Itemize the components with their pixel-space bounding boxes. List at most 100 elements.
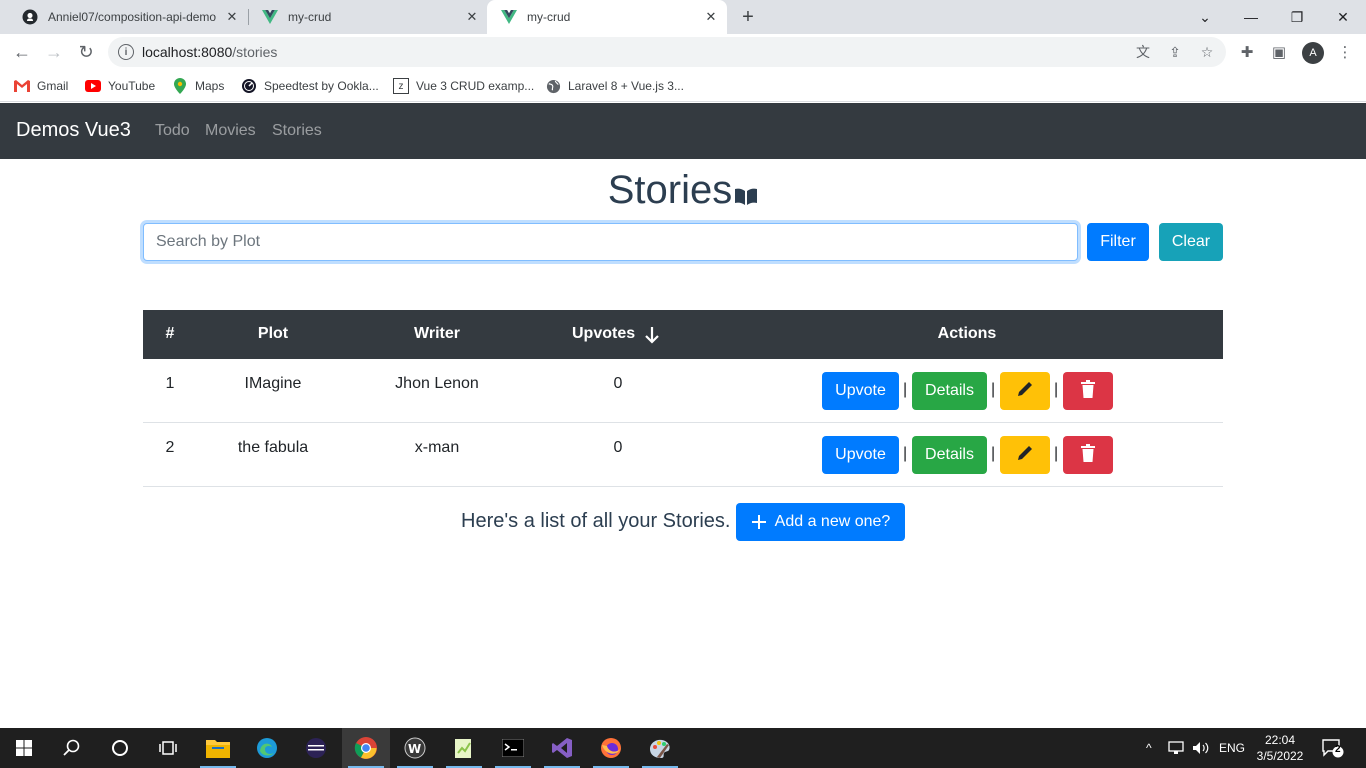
volume-icon[interactable] xyxy=(1192,728,1210,768)
cortana-icon[interactable] xyxy=(96,728,144,768)
browser-tab-my-crud[interactable]: my-crud ✕ xyxy=(248,0,488,34)
close-icon[interactable]: ✕ xyxy=(703,9,719,25)
clear-button[interactable]: Clear xyxy=(1159,223,1223,261)
close-icon[interactable]: ✕ xyxy=(464,9,480,25)
back-arrow-icon[interactable]: ← xyxy=(8,38,36,66)
firefox-icon[interactable] xyxy=(587,728,635,768)
filter-button[interactable]: Filter xyxy=(1087,223,1149,261)
details-button[interactable]: Details xyxy=(912,436,987,474)
page-title: Stories xyxy=(0,168,1366,215)
clock-time: 22:04 xyxy=(1264,733,1296,747)
cell-plot: the fabula xyxy=(237,439,309,456)
table-header: # Plot Writer Upvotes Actions xyxy=(143,310,1223,359)
maps-icon xyxy=(172,78,188,94)
minimize-button[interactable]: — xyxy=(1228,0,1274,34)
app-navbar: Demos Vue3 Todo Movies Stories xyxy=(0,103,1366,159)
add-story-button[interactable]: Add a new one? xyxy=(736,503,905,541)
menu-icon[interactable]: ⋮ xyxy=(1334,41,1356,63)
visual-studio-icon[interactable] xyxy=(538,728,586,768)
avatar[interactable]: A xyxy=(1302,42,1324,64)
upvote-button[interactable]: Upvote xyxy=(822,436,899,474)
bookmark-youtube[interactable]: YouTube xyxy=(85,77,155,95)
chevron-up-icon[interactable]: ^ xyxy=(1146,728,1152,768)
plus-icon xyxy=(751,514,767,530)
upvote-button[interactable]: Upvote xyxy=(822,372,899,410)
notepad-plus-icon[interactable] xyxy=(440,728,488,768)
task-view-icon[interactable] xyxy=(144,728,192,768)
notification-count: 2 xyxy=(1335,744,1341,755)
bookmark-maps[interactable]: Maps xyxy=(172,77,224,95)
cell-id: 1 xyxy=(165,375,175,392)
restore-button[interactable]: ❐ xyxy=(1274,0,1320,34)
bookmark-gmail[interactable]: Gmail xyxy=(14,77,68,95)
header-actions: Actions xyxy=(937,325,997,342)
action-separator: | xyxy=(1054,445,1059,462)
bookmark-laravel[interactable]: Laravel 8 + Vue.js 3... xyxy=(545,77,684,95)
vue-icon xyxy=(501,9,517,25)
extensions-icon[interactable]: ✚ xyxy=(1236,41,1258,63)
edit-button[interactable] xyxy=(1000,372,1050,410)
address-bar[interactable]: i localhost:8080/stories 文 ⇪ ☆ xyxy=(108,37,1226,67)
clock-date: 3/5/2022 xyxy=(1256,749,1304,763)
header-plot: Plot xyxy=(257,325,289,342)
svg-text:W: W xyxy=(408,742,421,756)
bookmark-z-icon: z xyxy=(393,78,409,94)
wamp-icon[interactable]: W xyxy=(391,728,439,768)
edit-button[interactable] xyxy=(1000,436,1050,474)
new-tab-button[interactable]: + xyxy=(736,5,760,29)
browser-tab-github[interactable]: Anniel07/composition-api-demo ✕ xyxy=(8,0,248,34)
github-icon xyxy=(22,9,38,25)
browser-tab-my-crud-active[interactable]: my-crud ✕ xyxy=(487,0,727,34)
chrome-icon[interactable] xyxy=(342,728,390,768)
close-window-button[interactable]: ✕ xyxy=(1320,0,1366,34)
tab-title: my-crud xyxy=(288,10,332,24)
edge-icon[interactable] xyxy=(243,728,291,768)
terminal-icon[interactable] xyxy=(489,728,537,768)
forward-arrow-icon[interactable]: → xyxy=(40,38,68,66)
search-icon[interactable] xyxy=(48,728,96,768)
vue-icon xyxy=(262,9,278,25)
table-row: 1 IMagine Jhon Lenon 0 Upvote | Details … xyxy=(143,359,1223,423)
header-upvotes[interactable]: Upvotes xyxy=(572,325,636,343)
bookmark-label: Maps xyxy=(195,79,225,93)
language-indicator[interactable]: ENG xyxy=(1219,728,1245,768)
bookmark-label: Speedtest by Ookla... xyxy=(264,79,379,93)
notification-center-icon[interactable]: 2 xyxy=(1322,728,1344,768)
windows-start-icon[interactable] xyxy=(0,728,48,768)
paint-icon[interactable] xyxy=(636,728,684,768)
action-separator: | xyxy=(903,445,908,462)
reload-icon[interactable]: ↻ xyxy=(72,38,100,66)
cell-id: 2 xyxy=(165,439,175,456)
bookmark-speedtest[interactable]: Speedtest by Ookla... xyxy=(241,77,379,95)
nav-link-movies[interactable]: Movies xyxy=(205,122,256,140)
trash-icon xyxy=(1081,379,1095,403)
translate-icon[interactable]: 文 xyxy=(1134,43,1152,61)
page-title-text: Stories xyxy=(607,168,733,212)
arrow-down-icon[interactable] xyxy=(643,325,661,350)
network-icon[interactable] xyxy=(1168,728,1186,768)
action-separator: | xyxy=(903,381,908,398)
details-button[interactable]: Details xyxy=(912,372,987,410)
share-icon[interactable]: ⇪ xyxy=(1166,43,1184,61)
delete-button[interactable] xyxy=(1063,372,1113,410)
header-id: # xyxy=(165,325,175,342)
info-icon[interactable]: i xyxy=(118,44,134,60)
star-icon[interactable]: ☆ xyxy=(1198,43,1216,61)
windows-taskbar: W ^ ENG 22:04 3/5/2022 2 xyxy=(0,728,1366,768)
close-icon[interactable]: ✕ xyxy=(224,9,240,25)
eclipse-icon[interactable] xyxy=(292,728,340,768)
navbar-brand[interactable]: Demos Vue3 xyxy=(16,119,131,142)
chevron-down-icon[interactable]: ⌄ xyxy=(1182,0,1228,34)
system-clock[interactable]: 22:04 3/5/2022 xyxy=(1252,732,1308,764)
nav-link-stories[interactable]: Stories xyxy=(272,122,322,140)
book-open-icon xyxy=(734,170,758,215)
search-input[interactable] xyxy=(143,223,1078,261)
side-panel-icon[interactable]: ▣ xyxy=(1268,41,1290,63)
nav-link-todo[interactable]: Todo xyxy=(155,122,190,140)
delete-button[interactable] xyxy=(1063,436,1113,474)
cell-writer: x-man xyxy=(414,439,460,456)
bookmark-vue3-crud[interactable]: z Vue 3 CRUD examp... xyxy=(393,77,534,95)
file-explorer-icon[interactable] xyxy=(194,728,242,768)
table-row: 2 the fabula x-man 0 Upvote | Details | … xyxy=(143,423,1223,487)
url-path: /stories xyxy=(232,44,278,60)
